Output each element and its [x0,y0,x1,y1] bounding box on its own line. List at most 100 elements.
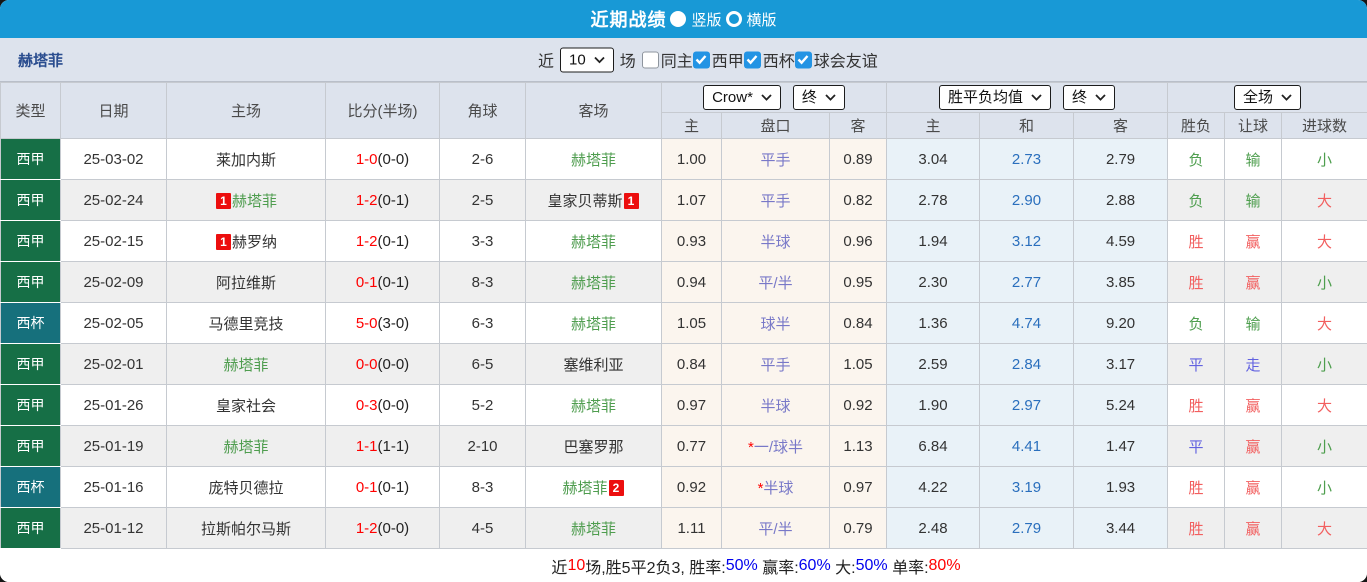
match-type-cell: 西杯 [0,466,61,508]
corners-cell: 8-3 [439,466,526,508]
recent-results-panel: 近期战绩 竖版 横版 赫塔菲 近 10 场 同主 西甲 西杯 球会友谊 类型 日期 [0,0,1367,582]
summary-segment: 场,胜5平2负3, 胜率: [585,560,726,577]
team-label: 赫塔菲 [570,520,616,538]
result-wdl-cell: 平 [1167,425,1226,467]
avg-away-cell: 3.17 [1073,343,1169,385]
table-row: 西甲 25-03-02 莱加内斯 1-0(0-0) 2-6 赫塔菲 1.00 平… [0,138,1367,180]
avg-home-cell: 1.90 [886,384,981,426]
avg-draw-cell: 2.79 [979,507,1075,549]
horizontal-layout-label[interactable]: 横版 [747,9,777,30]
score-cell: 1-2(0-0) [325,507,440,549]
corners-cell: 2-10 [439,425,526,467]
match-type-cell: 西甲 [0,384,61,426]
checkbox-unchecked-icon[interactable] [641,51,659,68]
chevron-down-icon [1281,94,1292,101]
col-header-score: 比分(半场) [325,82,440,139]
avg-home-cell: 1.94 [886,220,981,262]
avg-home-cell: 6.84 [886,425,981,467]
team-label: 莱加内斯 [215,151,276,169]
odds-company-select[interactable]: Crow* [703,85,781,110]
table-row: 西甲 25-02-01 赫塔菲 0-0(0-0) 6-5 塞维利亚 0.84 平… [0,343,1367,385]
sub-header-avg-draw: 和 [979,112,1075,139]
avg-draw-cell: 4.41 [979,425,1075,467]
scope-select[interactable]: 全场 [1234,85,1302,110]
away-team-cell: 赫塔菲 [525,138,662,180]
match-date-cell: 25-02-05 [60,302,167,344]
result-goals-cell: 小 [1281,425,1367,467]
handicap-home-odds-cell: 0.92 [661,466,722,508]
checkbox-checked-icon[interactable] [743,51,761,68]
results-table: 类型 日期 主场 比分(半场) 角球 客场 Crow* 终 胜平负均值 终 全场… [0,82,1367,549]
summary-segment: 60% [798,557,831,574]
filter-bar: 赫塔菲 近 10 场 同主 西甲 西杯 球会友谊 [0,38,1367,82]
result-wdl-cell: 胜 [1167,261,1226,303]
average-type-select[interactable]: 胜平负均值 [939,85,1052,110]
home-team-cell: 马德里竞技 [166,302,326,344]
filter-checkbox-same-home[interactable]: 同主 [641,48,693,72]
filter-checkbox-la-liga[interactable]: 西甲 [692,48,744,72]
score-cell: 0-1(0-1) [325,466,440,508]
header-dropdown-row: 类型 日期 主场 比分(半场) 角球 客场 Crow* 终 胜平负均值 终 全场 [0,82,1367,139]
results-tbody: 西甲 25-03-02 莱加内斯 1-0(0-0) 2-6 赫塔菲 1.00 平… [0,138,1367,549]
match-count-select[interactable]: 10 [560,47,614,72]
team-label: 庞特贝德拉 [208,479,284,497]
team-label: 赫塔菲 [223,356,269,374]
handicap-line-cell: *一/球半 [721,425,830,467]
vertical-layout-radio[interactable] [670,11,687,27]
match-type-cell: 西甲 [0,179,61,221]
col-header-away: 客场 [525,82,662,139]
match-count-value: 10 [569,51,586,68]
checkbox-checked-icon[interactable] [794,51,812,68]
chevron-down-icon [1095,94,1106,101]
team-label: 巴塞罗那 [563,438,624,456]
result-handicap-cell: 赢 [1224,261,1283,303]
team-label: 赫塔菲 [231,192,277,210]
team-label: 赫塔菲 [223,438,269,456]
table-row: 西甲 25-01-12 拉斯帕尔马斯 1-2(0-0) 4-5 赫塔菲 1.11… [0,507,1367,549]
sub-header-result-wdl: 胜负 [1167,112,1226,139]
away-team-cell: 赫塔菲 [525,220,662,262]
filter-checkbox-club-friendly[interactable]: 球会友谊 [794,48,878,72]
avg-away-cell: 1.47 [1073,425,1169,467]
vertical-layout-label[interactable]: 竖版 [691,9,721,30]
sub-header-avg-away: 客 [1073,112,1169,139]
avg-away-cell: 1.93 [1073,466,1169,508]
result-wdl-cell: 负 [1167,138,1226,180]
result-goals-cell: 小 [1281,466,1367,508]
result-wdl-cell: 平 [1167,343,1226,385]
filter-checkbox-copa-del-rey[interactable]: 西杯 [743,48,795,72]
filter-checkboxes: 同主 西甲 西杯 球会友谊 [641,48,878,72]
avg-home-cell: 2.59 [886,343,981,385]
team-label: 赫塔菲 [570,315,616,333]
avg-away-cell: 3.85 [1073,261,1169,303]
average-group-header: 胜平负均值 终 [886,82,1169,113]
average-time-select[interactable]: 终 [1063,85,1116,110]
average-time-value: 终 [1072,89,1088,106]
handicap-line-cell: *半球 [721,466,830,508]
away-team-cell: 塞维利亚 [525,343,662,385]
home-team-cell: 1 赫罗纳 [166,220,326,262]
handicap-away-odds-cell: 0.95 [828,261,888,303]
handicap-home-odds-cell: 1.00 [661,138,722,180]
team-label: 赫塔菲 [562,479,608,497]
corners-cell: 3-3 [439,220,526,262]
result-handicap-cell: 输 [1224,179,1283,221]
score-cell: 0-0(0-0) [325,343,440,385]
result-wdl-cell: 胜 [1167,220,1226,262]
sub-header-result-handicap: 让球 [1224,112,1283,139]
avg-away-cell: 4.59 [1073,220,1169,262]
horizontal-layout-radio[interactable] [725,11,742,27]
match-date-cell: 25-03-02 [60,138,167,180]
match-date-cell: 25-01-26 [60,384,167,426]
avg-home-cell: 3.04 [886,138,981,180]
summary-segment: 50% [725,557,758,574]
corners-cell: 2-6 [439,138,526,180]
table-row: 西甲 25-01-26 皇家社会 0-3(0-0) 5-2 赫塔菲 0.97 半… [0,384,1367,426]
sub-header-handicap-home: 主 [661,112,722,139]
handicap-away-odds-cell: 1.05 [828,343,888,385]
checkbox-checked-icon[interactable] [692,51,710,68]
avg-draw-cell: 2.90 [979,179,1075,221]
summary-segment: 大: [830,560,856,577]
summary-segment: 10 [567,557,586,574]
odds-time-select[interactable]: 终 [792,85,845,110]
